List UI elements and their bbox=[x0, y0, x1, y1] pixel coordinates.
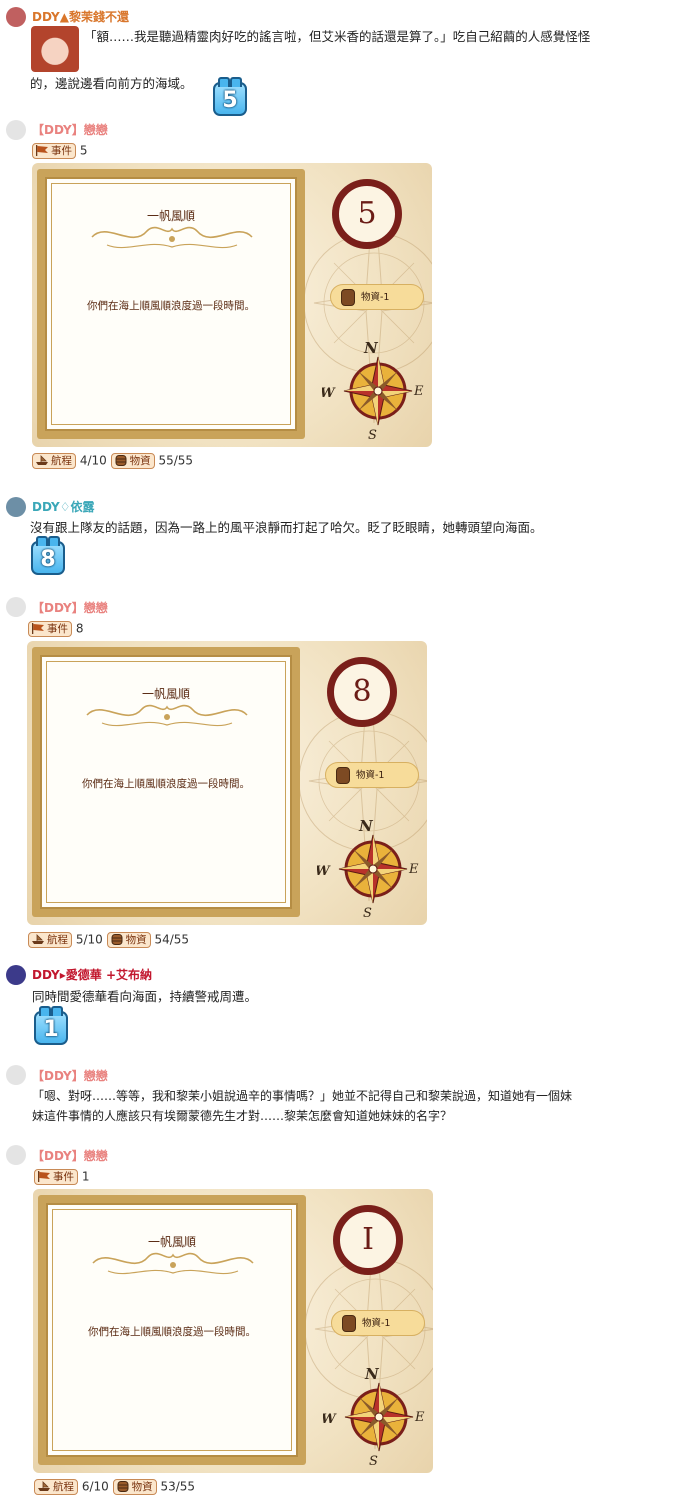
event-card: 一帆風順 你們在海上順風順浪度過一段時間。 8 物資-1 N W E S bbox=[27, 641, 427, 925]
barrel-icon bbox=[342, 1315, 356, 1332]
chat-message: 【DDY】戀戀 事件 5 一帆風順 你們在海上順風順浪度過一段時間。 5 物資-… bbox=[0, 115, 700, 475]
username[interactable]: DDY▲黎茉錢不還 bbox=[32, 8, 129, 25]
message-text: 「嗯、對呀……等等，我和黎茉小姐說過辛的事情嗎？」她並不記得自己和黎茉說過，知道… bbox=[32, 1089, 573, 1103]
event-card: 一帆風順 你們在海上順風順浪度過一段時間。 I 物資-1 N W E S bbox=[33, 1189, 433, 1473]
flag-icon bbox=[31, 623, 45, 634]
status-line: 航程 4/10 物資 55/55 bbox=[32, 453, 193, 469]
username[interactable]: DDY♢依露 bbox=[32, 498, 95, 515]
supplies-tag: 物資 bbox=[112, 1479, 157, 1495]
avatar[interactable] bbox=[6, 7, 26, 27]
event-line: 事件 8 bbox=[28, 621, 83, 637]
flag-icon bbox=[35, 145, 49, 156]
dice-icon: 8 bbox=[31, 536, 65, 575]
card-frame: 一帆風順 你們在海上順風順浪度過一段時間。 bbox=[38, 1195, 306, 1465]
message-text: 妹這件事情的人應該只有埃爾蒙德先生才對……黎茉怎麼會知道她妹妹的名字？ bbox=[32, 1109, 453, 1123]
compass-icon: N W E S bbox=[317, 817, 419, 921]
svg-text:N: N bbox=[363, 339, 379, 357]
chat-message: 【DDY】戀戀 事件 8 一帆風順 你們在海上順風順浪度過一段時間。 8 物資-… bbox=[0, 595, 700, 955]
svg-text:E: E bbox=[408, 862, 419, 877]
supplies-tag: 物資 bbox=[110, 453, 155, 469]
avatar[interactable] bbox=[6, 1145, 26, 1165]
voyage-tag: 航程 bbox=[32, 453, 76, 469]
avatar[interactable] bbox=[6, 1065, 26, 1085]
barrel-icon bbox=[341, 289, 355, 306]
chat-message: 【DDY】戀戀 事件 1 一帆風順 你們在海上順風順浪度過一段時間。 I 物資-… bbox=[0, 1143, 700, 1500]
barrel-icon bbox=[116, 1481, 130, 1492]
svg-text:W: W bbox=[322, 386, 336, 401]
svg-text:W: W bbox=[317, 864, 331, 879]
event-value: 8 bbox=[75, 621, 84, 636]
svg-text:E: E bbox=[414, 1410, 425, 1425]
message-text: 「額……我是聽過精靈肉好吃的謠言啦，但艾米香的話還是算了。」吃自己紹繭的人感覺怪… bbox=[84, 29, 591, 44]
character-portrait bbox=[31, 26, 79, 72]
svg-text:W: W bbox=[323, 1412, 337, 1427]
card-number: 5 bbox=[332, 179, 402, 249]
compass-icon: N W E S bbox=[323, 1365, 425, 1469]
avatar[interactable] bbox=[6, 497, 26, 517]
card-title: 一帆風順 bbox=[141, 687, 190, 701]
barrel-icon bbox=[336, 767, 350, 784]
card-description: 你們在海上順風順浪度過一段時間。 bbox=[88, 1326, 256, 1338]
chat-message: 【DDY】戀戀 「嗯、對呀……等等，我和黎茉小姐說過辛的事情嗎？」她並不記得自己… bbox=[0, 1063, 700, 1133]
compass-icon: N W E S bbox=[322, 339, 424, 443]
username[interactable]: 【DDY】戀戀 bbox=[32, 1147, 108, 1164]
event-line: 事件 1 bbox=[34, 1169, 89, 1185]
voyage-tag: 航程 bbox=[34, 1479, 78, 1495]
svg-text:N: N bbox=[358, 817, 374, 835]
card-description: 你們在海上順風順浪度過一段時間。 bbox=[87, 300, 255, 312]
event-tag: 事件 bbox=[28, 621, 72, 637]
card-title: 一帆風順 bbox=[146, 209, 195, 223]
username[interactable]: 【DDY】戀戀 bbox=[32, 121, 108, 138]
ornament bbox=[87, 219, 257, 253]
dice-icon: 1 bbox=[34, 1006, 68, 1045]
dice-icon: 5 bbox=[213, 77, 247, 116]
voyage-tag: 航程 bbox=[28, 932, 72, 948]
message-text: 同時間愛德華看向海面，持續警戒周遭。 bbox=[32, 989, 258, 1004]
chat-message: DDY♢依露 沒有跟上隊友的話題，因為一路上的風平浪靜而打起了哈欠。眨了眨眼睛，… bbox=[0, 493, 700, 583]
card-description: 你們在海上順風順浪度過一段時間。 bbox=[82, 778, 250, 790]
username[interactable]: 【DDY】戀戀 bbox=[32, 1067, 108, 1084]
avatar[interactable] bbox=[6, 597, 26, 617]
card-frame: 一帆風順 你們在海上順風順浪度過一段時間。 bbox=[37, 169, 305, 439]
supplies-tag: 物資 bbox=[106, 932, 151, 948]
status-line: 航程 5/10 物資 54/55 bbox=[28, 932, 189, 948]
ornament bbox=[88, 1245, 258, 1279]
event-tag: 事件 bbox=[34, 1169, 78, 1185]
svg-text:E: E bbox=[413, 384, 424, 399]
card-frame: 一帆風順 你們在海上順風順浪度過一段時間。 bbox=[32, 647, 300, 917]
avatar[interactable] bbox=[6, 120, 26, 140]
username[interactable]: 【DDY】戀戀 bbox=[32, 599, 108, 616]
event-tag: 事件 bbox=[32, 143, 76, 159]
event-card: 一帆風順 你們在海上順風順浪度過一段時間。 5 物資-1 N W E S bbox=[32, 163, 432, 447]
chat-message: DDY▸愛德華 +艾布納 同時間愛德華看向海面，持續警戒周遭。 1 bbox=[0, 963, 700, 1048]
ship-icon bbox=[37, 1481, 51, 1492]
event-value: 5 bbox=[79, 143, 88, 158]
card-number: 8 bbox=[327, 657, 397, 727]
ship-icon bbox=[35, 455, 49, 466]
message-text: 的，邊說邊看向前方的海域。 bbox=[30, 76, 193, 91]
status-line: 航程 6/10 物資 53/55 bbox=[34, 1479, 195, 1495]
svg-text:S: S bbox=[369, 1454, 378, 1469]
ornament bbox=[82, 697, 252, 731]
barrel-icon bbox=[110, 934, 124, 945]
svg-text:S: S bbox=[363, 906, 372, 921]
chat-message: DDY▲黎茉錢不還 「額……我是聽過精靈肉好吃的謠言啦，但艾米香的話還是算了。」… bbox=[0, 0, 700, 116]
supply-badge: 物資-1 bbox=[330, 284, 424, 310]
username[interactable]: DDY▸愛德華 +艾布納 bbox=[32, 966, 152, 983]
svg-text:S: S bbox=[368, 428, 377, 443]
avatar[interactable] bbox=[6, 965, 26, 985]
card-title: 一帆風順 bbox=[147, 1235, 196, 1249]
ship-icon bbox=[31, 934, 45, 945]
event-value: 1 bbox=[81, 1169, 90, 1184]
card-number: I bbox=[333, 1205, 403, 1275]
supply-badge: 物資-1 bbox=[331, 1310, 425, 1336]
flag-icon bbox=[37, 1171, 51, 1182]
event-line: 事件 5 bbox=[32, 143, 87, 159]
supply-badge: 物資-1 bbox=[325, 762, 419, 788]
svg-text:N: N bbox=[364, 1365, 380, 1383]
message-text: 沒有跟上隊友的話題，因為一路上的風平浪靜而打起了哈欠。眨了眨眼睛，她轉頭望向海面… bbox=[30, 520, 543, 535]
barrel-icon bbox=[114, 455, 128, 466]
